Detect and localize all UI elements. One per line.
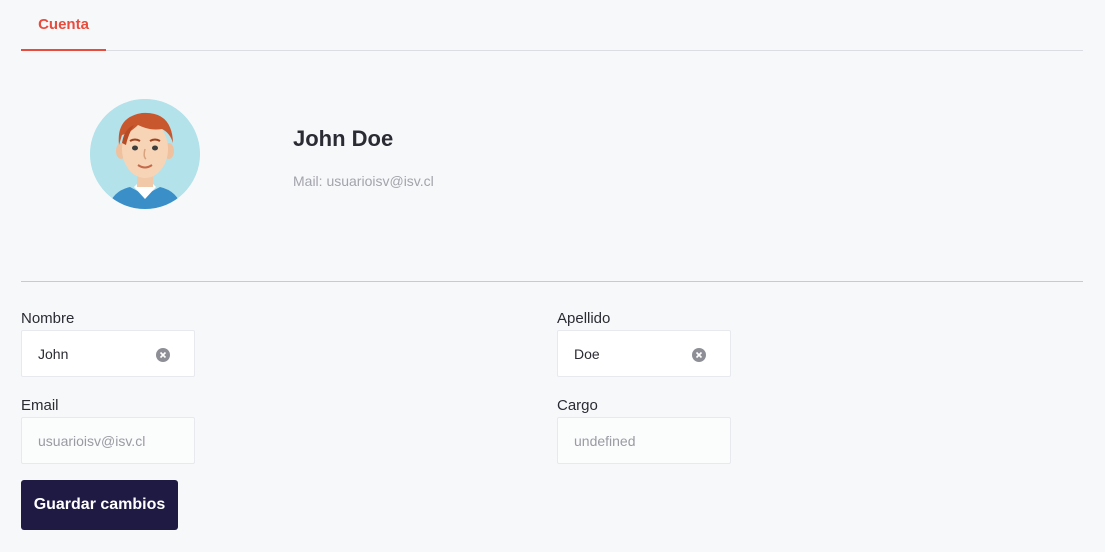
- apellido-label: Apellido: [557, 310, 611, 327]
- nombre-value: John: [38, 345, 69, 362]
- save-button[interactable]: Guardar cambios: [21, 480, 178, 530]
- profile-mail-value: usuarioisv@isv.cl: [326, 173, 434, 189]
- apellido-value: Doe: [574, 345, 600, 362]
- email-label: Email: [21, 397, 59, 414]
- email-value: usuarioisv@isv.cl: [38, 432, 146, 449]
- profile-name: John Doe: [293, 126, 394, 151]
- section-divider: [21, 281, 1083, 282]
- cargo-field[interactable]: undefined: [557, 417, 731, 464]
- tab-cuenta[interactable]: Cuenta: [21, 0, 106, 51]
- cargo-value: undefined: [574, 432, 636, 449]
- tab-cuenta-label: Cuenta: [38, 16, 89, 33]
- avatar: [90, 99, 200, 209]
- avatar-cartoon-man-icon: [90, 99, 200, 209]
- nombre-field[interactable]: John: [21, 330, 195, 377]
- profile-mail-label: Mail:: [293, 173, 327, 189]
- profile-mail: Mail: usuarioisv@isv.cl: [293, 173, 434, 189]
- apellido-field[interactable]: Doe: [557, 330, 731, 377]
- tab-bar: Cuenta: [21, 0, 1083, 51]
- account-page: Cuenta John Doe Mail: usuarioisv@isv.cl …: [0, 0, 1105, 552]
- nombre-label: Nombre: [21, 310, 75, 327]
- cargo-label: Cargo: [557, 397, 598, 414]
- clear-circle-icon[interactable]: [156, 348, 170, 362]
- email-field[interactable]: usuarioisv@isv.cl: [21, 417, 195, 464]
- clear-circle-icon[interactable]: [692, 348, 706, 362]
